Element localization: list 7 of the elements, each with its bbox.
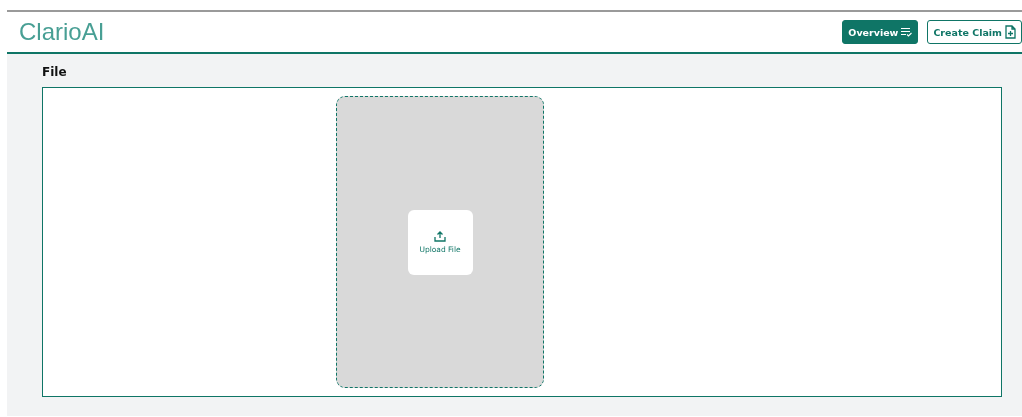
create-claim-button[interactable]: Create Claim [927, 20, 1022, 44]
section-title: File [42, 65, 67, 79]
file-plus-icon [1005, 25, 1016, 39]
list-icon [901, 27, 913, 37]
overview-button[interactable]: Overview [842, 20, 919, 44]
logo: ClarioAI [19, 18, 105, 46]
upload-icon [434, 230, 446, 242]
